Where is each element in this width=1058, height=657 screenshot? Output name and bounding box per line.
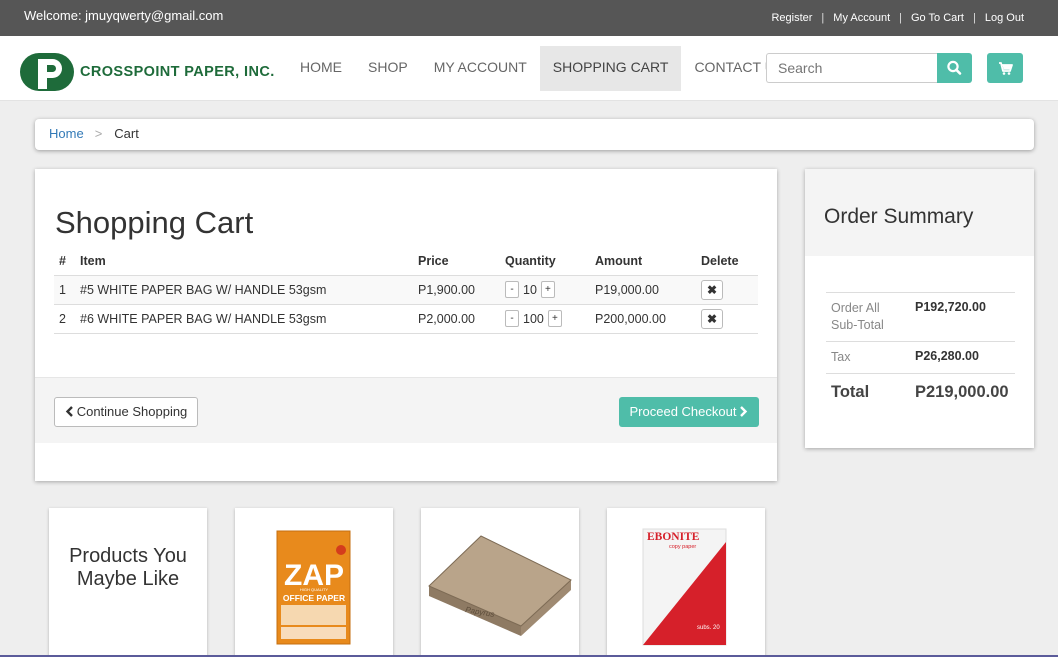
quantity-value: 100 (523, 311, 544, 326)
tax-label: Tax (826, 341, 910, 374)
chevron-left-icon (65, 406, 73, 417)
my-account-link[interactable]: My Account (833, 12, 890, 24)
subtotal-label: Order All Sub-Total (826, 292, 910, 342)
brand-name: CROSSPOINT PAPER, INC. (80, 64, 275, 80)
go-to-cart-link[interactable]: Go To Cart (911, 12, 964, 24)
link-separator: | (973, 12, 976, 24)
breadcrumb-home[interactable]: Home (49, 126, 84, 141)
table-row: 1 #5 WHITE PAPER BAG W/ HANDLE 53gsm P1,… (54, 275, 758, 305)
product-card[interactable]: ZAP HIGH QUALITY OFFICE PAPER (235, 508, 393, 657)
top-links: Register | My Account | Go To Cart | Log… (771, 12, 1024, 24)
quantity-stepper: - 10 + (505, 281, 585, 298)
continue-shopping-button[interactable]: Continue Shopping (54, 397, 198, 427)
decrease-qty-button[interactable]: - (505, 281, 519, 298)
link-separator: | (821, 12, 825, 24)
increase-qty-button[interactable]: + (540, 281, 555, 298)
close-icon: ✖ (706, 282, 718, 297)
order-summary-table: Order All Sub-Total P192,720.00 Tax P26,… (826, 292, 1015, 411)
tax-value: P26,280.00 (910, 341, 1015, 374)
paper-box-image: Papyrus (428, 535, 572, 636)
col-amount: Amount (590, 248, 696, 276)
proceed-checkout-button[interactable]: Proceed Checkout (619, 397, 759, 427)
zap-tagline: HIGH QUALITY (300, 587, 329, 592)
quantity-value: 10 (523, 282, 537, 297)
ebonite-detail: subs. 20 (697, 625, 720, 631)
nav-bar: CROSSPOINT PAPER, INC. HOME SHOP MY ACCO… (0, 36, 1058, 101)
delete-button[interactable]: ✖ (701, 308, 723, 329)
row-amount: P19,000.00 (590, 275, 696, 305)
nav-home[interactable]: HOME (287, 46, 355, 91)
close-icon: ✖ (706, 311, 718, 326)
logo[interactable]: CROSSPOINT PAPER, INC. (20, 53, 275, 91)
breadcrumb-current: Cart (114, 126, 139, 141)
total-value: P219,000.00 (910, 373, 1015, 411)
cart-button[interactable] (987, 53, 1023, 83)
delete-button[interactable]: ✖ (701, 279, 723, 300)
total-row: Total P219,000.00 (826, 373, 1015, 411)
page-title: Shopping Cart (55, 205, 254, 240)
ebonite-sub: copy paper (669, 544, 696, 550)
row-price: P2,000.00 (413, 304, 500, 334)
product-card[interactable]: Papyrus (421, 508, 579, 657)
search-button[interactable] (937, 53, 972, 83)
cart-table: # Item Price Quantity Amount Delete 1 #5… (54, 248, 758, 334)
col-price: Price (413, 248, 500, 276)
row-number: 2 (54, 304, 75, 334)
ebonite-brand: EBONITE (647, 531, 700, 543)
product-card[interactable]: EBONITE copy paper subs. 20 (607, 508, 765, 657)
decrease-qty-button[interactable]: - (505, 310, 519, 327)
cart-footer: Continue Shopping Proceed Checkout (35, 377, 777, 443)
shopping-cart-icon (999, 62, 1013, 75)
top-bar: Welcome: jmuyqwerty@gmail.com Register |… (0, 0, 1058, 36)
row-number: 1 (54, 275, 75, 305)
zap-subtitle: OFFICE PAPER (283, 593, 345, 603)
table-header-row: # Item Price Quantity Amount Delete (54, 248, 758, 276)
row-price: P1,900.00 (413, 275, 500, 305)
ebonite-copy-paper-image: EBONITE copy paper subs. 20 (642, 528, 727, 646)
breadcrumb: Home > Cart (35, 119, 1034, 150)
col-item: Item (75, 248, 413, 276)
nav-shopping-cart[interactable]: SHOPPING CART (539, 46, 682, 91)
register-link[interactable]: Register (771, 12, 812, 24)
continue-shopping-label: Continue Shopping (76, 404, 188, 419)
subtotal-value: P192,720.00 (910, 292, 1015, 342)
tax-row: Tax P26,280.00 (826, 341, 1015, 374)
welcome-text: Welcome: jmuyqwerty@gmail.com (24, 8, 224, 23)
increase-qty-button[interactable]: + (547, 310, 562, 327)
nav-shop[interactable]: SHOP (355, 46, 421, 91)
subtotal-row: Order All Sub-Total P192,720.00 (826, 292, 1015, 342)
cart-panel: Shopping Cart # Item Price Quantity Amou… (35, 169, 777, 481)
logo-icon (20, 53, 74, 91)
search-icon (947, 60, 962, 75)
breadcrumb-separator: > (94, 126, 103, 141)
search-input[interactable] (766, 53, 938, 83)
link-separator: | (899, 12, 902, 24)
quantity-stepper: - 100 + (505, 310, 585, 327)
total-label: Total (826, 373, 910, 411)
row-item: #5 WHITE PAPER BAG W/ HANDLE 53gsm (75, 275, 413, 305)
products-heading: Products You Maybe Like (69, 545, 187, 590)
col-quantity: Quantity (500, 248, 590, 276)
products-heading-card: Products You Maybe Like (49, 508, 207, 657)
proceed-checkout-label: Proceed Checkout (629, 404, 737, 419)
row-amount: P200,000.00 (590, 304, 696, 334)
zap-office-paper-image: ZAP HIGH QUALITY OFFICE PAPER (276, 530, 351, 645)
row-item: #6 WHITE PAPER BAG W/ HANDLE 53gsm (75, 304, 413, 334)
col-number: # (54, 248, 75, 276)
col-delete: Delete (696, 248, 758, 276)
chevron-right-icon (740, 406, 748, 417)
nav-my-account[interactable]: MY ACCOUNT (421, 46, 540, 91)
table-row: 2 #6 WHITE PAPER BAG W/ HANDLE 53gsm P2,… (54, 304, 758, 334)
log-out-link[interactable]: Log Out (985, 12, 1024, 24)
main-nav: HOME SHOP MY ACCOUNT SHOPPING CART CONTA… (287, 46, 797, 91)
order-summary-panel: Order Summary Order All Sub-Total P192,7… (805, 169, 1034, 448)
order-summary-title: Order Summary (805, 169, 1034, 256)
